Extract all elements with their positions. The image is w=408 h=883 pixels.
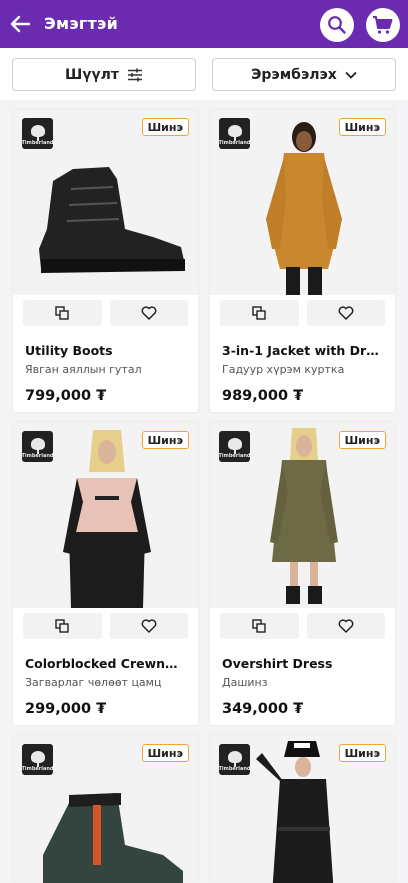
product-card[interactable]: Timberland Шинэ <box>12 734 199 883</box>
arrow-left-icon <box>10 15 30 33</box>
wishlist-button[interactable] <box>109 613 188 639</box>
product-category: Гадуур хүрэм куртка <box>222 363 345 376</box>
compare-button[interactable] <box>23 613 102 639</box>
product-image[interactable]: Timberland Шинэ <box>210 735 395 883</box>
compare-button[interactable] <box>220 300 299 326</box>
compare-icon <box>55 619 69 633</box>
product-card[interactable]: Timberland Шинэ Overshirt Dress Дашинз 3… <box>209 421 396 726</box>
sort-label: Эрэмбэлэх <box>251 66 337 83</box>
top-bar: Эмэгтэй <box>0 0 408 48</box>
brand-logo: Timberland <box>22 744 54 775</box>
filter-button[interactable]: Шүүлт <box>12 58 196 91</box>
product-card[interactable]: Timberland Шинэ Utility Boots Явган аялл… <box>12 108 199 413</box>
heart-icon <box>338 306 354 320</box>
new-badge: Шинэ <box>338 118 386 136</box>
product-image[interactable]: Timberland Шинэ <box>210 422 395 608</box>
new-badge: Шинэ <box>141 118 189 136</box>
brand-logo: Timberland <box>22 118 54 149</box>
wishlist-button[interactable] <box>306 613 385 639</box>
brand-logo: Timberland <box>219 431 251 462</box>
sort-button[interactable]: Эрэмбэлэх <box>212 58 396 91</box>
filter-label: Шүүлт <box>65 66 119 83</box>
product-category: Загварлаг чөлөөт цамц <box>25 676 162 689</box>
wishlist-button[interactable] <box>109 300 188 326</box>
filter-bar: Шүүлт Эрэмбэлэх <box>0 48 408 100</box>
heart-icon <box>141 306 157 320</box>
compare-button[interactable] <box>220 613 299 639</box>
product-price: 349,000 ₮ <box>222 701 304 717</box>
product-name[interactable]: 3-in-1 Jacket with DryV... <box>222 343 383 358</box>
product-image[interactable]: Timberland Шинэ <box>13 109 198 295</box>
compare-button[interactable] <box>23 300 102 326</box>
compare-icon <box>252 619 266 633</box>
heart-icon <box>338 619 354 633</box>
product-card[interactable]: Timberland Шинэ 3-in-1 Jacket with DryV.… <box>209 108 396 413</box>
chevron-down-icon <box>345 71 357 79</box>
product-image[interactable]: Timberland Шинэ <box>210 109 395 295</box>
product-category: Явган аяллын гутал <box>25 363 142 376</box>
product-name[interactable]: Overshirt Dress <box>222 656 383 671</box>
product-price: 799,000 ₮ <box>25 388 107 404</box>
search-button[interactable] <box>320 8 354 42</box>
product-name[interactable]: Utility Boots <box>25 343 186 358</box>
product-category: Дашинз <box>222 676 268 689</box>
wishlist-button[interactable] <box>306 300 385 326</box>
cart-button[interactable] <box>366 8 400 42</box>
product-image[interactable]: Timberland Шинэ <box>13 735 198 883</box>
back-button[interactable] <box>8 10 32 38</box>
product-card[interactable]: Timberland Шинэ Colorblocked Crewneck ..… <box>12 421 199 726</box>
new-badge: Шинэ <box>141 431 189 449</box>
product-price: 299,000 ₮ <box>25 701 107 717</box>
product-name[interactable]: Colorblocked Crewneck ... <box>25 656 186 671</box>
brand-logo: Timberland <box>22 431 54 462</box>
sliders-icon <box>127 68 142 81</box>
search-icon <box>328 16 346 34</box>
new-badge: Шинэ <box>338 744 386 762</box>
cart-icon <box>373 16 393 34</box>
compare-icon <box>252 306 266 320</box>
product-price: 989,000 ₮ <box>222 388 304 404</box>
compare-icon <box>55 306 69 320</box>
product-image[interactable]: Timberland Шинэ <box>13 422 198 608</box>
brand-logo: Timberland <box>219 744 251 775</box>
new-badge: Шинэ <box>141 744 189 762</box>
product-card[interactable]: Timberland Шинэ <box>209 734 396 883</box>
new-badge: Шинэ <box>338 431 386 449</box>
heart-icon <box>141 619 157 633</box>
page-title: Эмэгтэй <box>44 14 119 33</box>
brand-logo: Timberland <box>219 118 251 149</box>
